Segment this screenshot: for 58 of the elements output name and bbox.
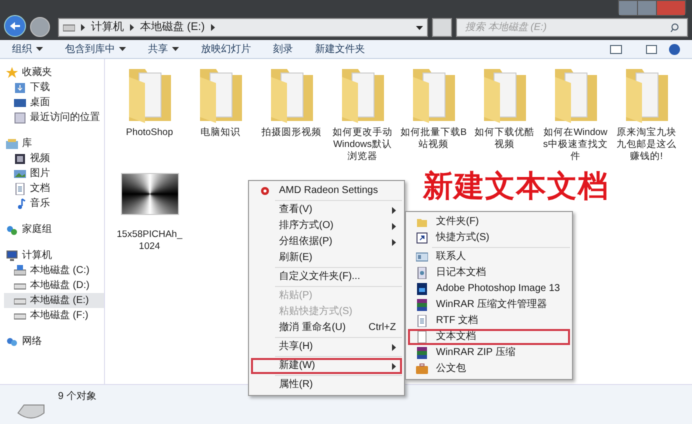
menu-item[interactable]: 文本文档	[408, 329, 570, 345]
menu-item[interactable]: 分组依据(P)	[251, 234, 402, 250]
menu-item[interactable]: 排序方式(O)	[251, 218, 402, 234]
nav-item[interactable]: 本地磁盘 (F:)	[4, 308, 104, 323]
nav-item[interactable]: 本地磁盘 (D:)	[4, 278, 104, 293]
annotation-text: 新建文本文档	[423, 169, 609, 205]
nav-item[interactable]: 下载	[4, 80, 104, 95]
address-bar[interactable]: 计算机 本地磁盘 (E:)	[58, 18, 428, 37]
menu-item[interactable]: 撤消 重命名(U) Ctrl+Z	[251, 320, 402, 336]
file-name[interactable]: PhotoShop	[116, 127, 184, 139]
file-name[interactable]: 如何在Windows中极速查找文件	[542, 127, 610, 163]
menu-item[interactable]: 联系人	[408, 249, 570, 265]
menu-item[interactable]: 共享(H)	[251, 339, 402, 355]
menu-item[interactable]: AMD Radeon Settings	[251, 183, 402, 199]
menu-item[interactable]: WinRAR ZIP 压缩	[408, 345, 570, 361]
menu-item[interactable]: 快捷方式(S)	[408, 230, 570, 246]
nav-item[interactable]: 音乐	[4, 196, 104, 211]
menu-item[interactable]: 文件夹(F)	[408, 214, 570, 230]
nav-item[interactable]: 计算机	[4, 248, 104, 263]
search-placeholder: 搜索 本地磁盘 (E:)	[465, 20, 547, 35]
nav-item[interactable]: 最近访问的位置	[4, 110, 104, 125]
item-count: 9 个对象	[58, 390, 96, 404]
nav-item[interactable]: 网络	[4, 334, 104, 349]
nav-item[interactable]: 库	[4, 136, 104, 151]
menu-item[interactable]: 查看(V)	[251, 202, 402, 218]
menu-item[interactable]: WinRAR 压缩文件管理器	[408, 297, 570, 313]
menu-item[interactable]: 属性(R)	[251, 377, 402, 393]
toolbar-button[interactable]: 包含到库中	[65, 42, 126, 56]
toolbar-button[interactable]: 放映幻灯片	[201, 42, 251, 56]
file-name[interactable]: 原来淘宝九块九包邮是这么赚钱的!	[612, 127, 680, 163]
file-name[interactable]: 拍摄圆形视频	[258, 127, 326, 139]
menu-item[interactable]: 日记本文档	[408, 265, 570, 281]
menu-item[interactable]: 自定义文件夹(F)...	[251, 269, 402, 285]
nav-item[interactable]: 桌面	[4, 95, 104, 110]
nav-item[interactable]: 文档	[4, 181, 104, 196]
menu-item[interactable]: Adobe Photoshop Image 13	[408, 281, 570, 297]
file-name[interactable]: 如何批量下载B站视频	[400, 127, 468, 151]
menu-item[interactable]: RTF 文档	[408, 313, 570, 329]
breadcrumb[interactable]: 本地磁盘 (E:)	[140, 19, 205, 36]
file-name[interactable]: 15x58PICHAh_1024	[116, 229, 184, 253]
nav-item[interactable]: 图片	[4, 166, 104, 181]
nav-item[interactable]: 家庭组	[4, 222, 104, 237]
nav-item[interactable]: 本地磁盘 (C:)	[4, 263, 104, 278]
nav-item[interactable]: 视频	[4, 151, 104, 166]
menu-item[interactable]: 新建(W)	[251, 358, 402, 374]
shortcut-text: Ctrl+Z	[368, 322, 396, 334]
file-name[interactable]: 电脑知识	[186, 127, 254, 139]
breadcrumb[interactable]: 计算机	[91, 19, 124, 36]
toolbar-button[interactable]: 共享	[148, 42, 179, 56]
nav-item[interactable]: 本地磁盘 (E:)	[4, 293, 104, 308]
toolbar-button[interactable]: 刻录	[273, 42, 293, 56]
file-name[interactable]: 如何更改手动Windows默认浏览器	[328, 127, 396, 163]
menu-item[interactable]: 刷新(E)	[251, 250, 402, 266]
nav-item[interactable]: 收藏夹	[4, 65, 104, 80]
file-name[interactable]: 如何下载优酷视频	[470, 127, 538, 151]
toolbar-button[interactable]: 新建文件夹	[315, 42, 365, 56]
menu-item[interactable]: 公文包	[408, 361, 570, 377]
toolbar-button[interactable]: 组织	[12, 42, 43, 56]
